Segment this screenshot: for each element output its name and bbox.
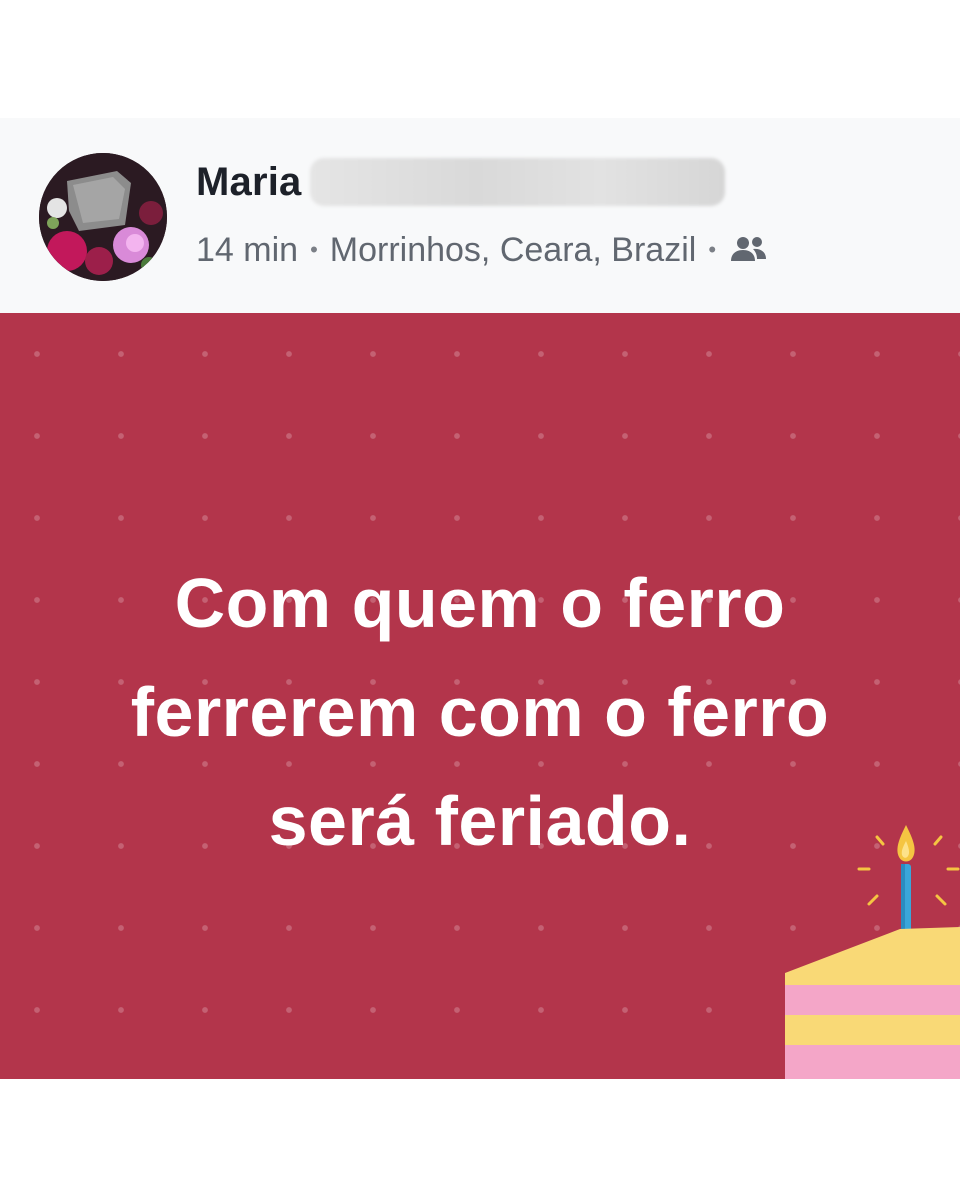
post-meta: 14 min • Morrinhos, Ceara, Brazil • [196, 224, 770, 276]
post-time[interactable]: 14 min [196, 231, 298, 270]
friends-icon[interactable] [728, 233, 770, 267]
meta-separator: • [310, 237, 318, 262]
post-text-line-1: Com quem o ferro [174, 564, 786, 642]
author-name-row: Maria [196, 152, 725, 212]
name-redaction-blur [309, 158, 725, 206]
author-avatar[interactable] [39, 153, 167, 281]
top-margin [0, 0, 960, 118]
meta-separator-2: • [708, 237, 717, 262]
post-content-card: Com quem o ferro ferrerem com o ferro se… [0, 313, 960, 1079]
author-name[interactable]: Maria [196, 160, 302, 205]
post-location[interactable]: Morrinhos, Ceara, Brazil [330, 231, 697, 270]
bottom-margin [0, 1079, 960, 1200]
avatar-image [39, 153, 167, 281]
birthday-cake-icon [785, 825, 960, 1079]
